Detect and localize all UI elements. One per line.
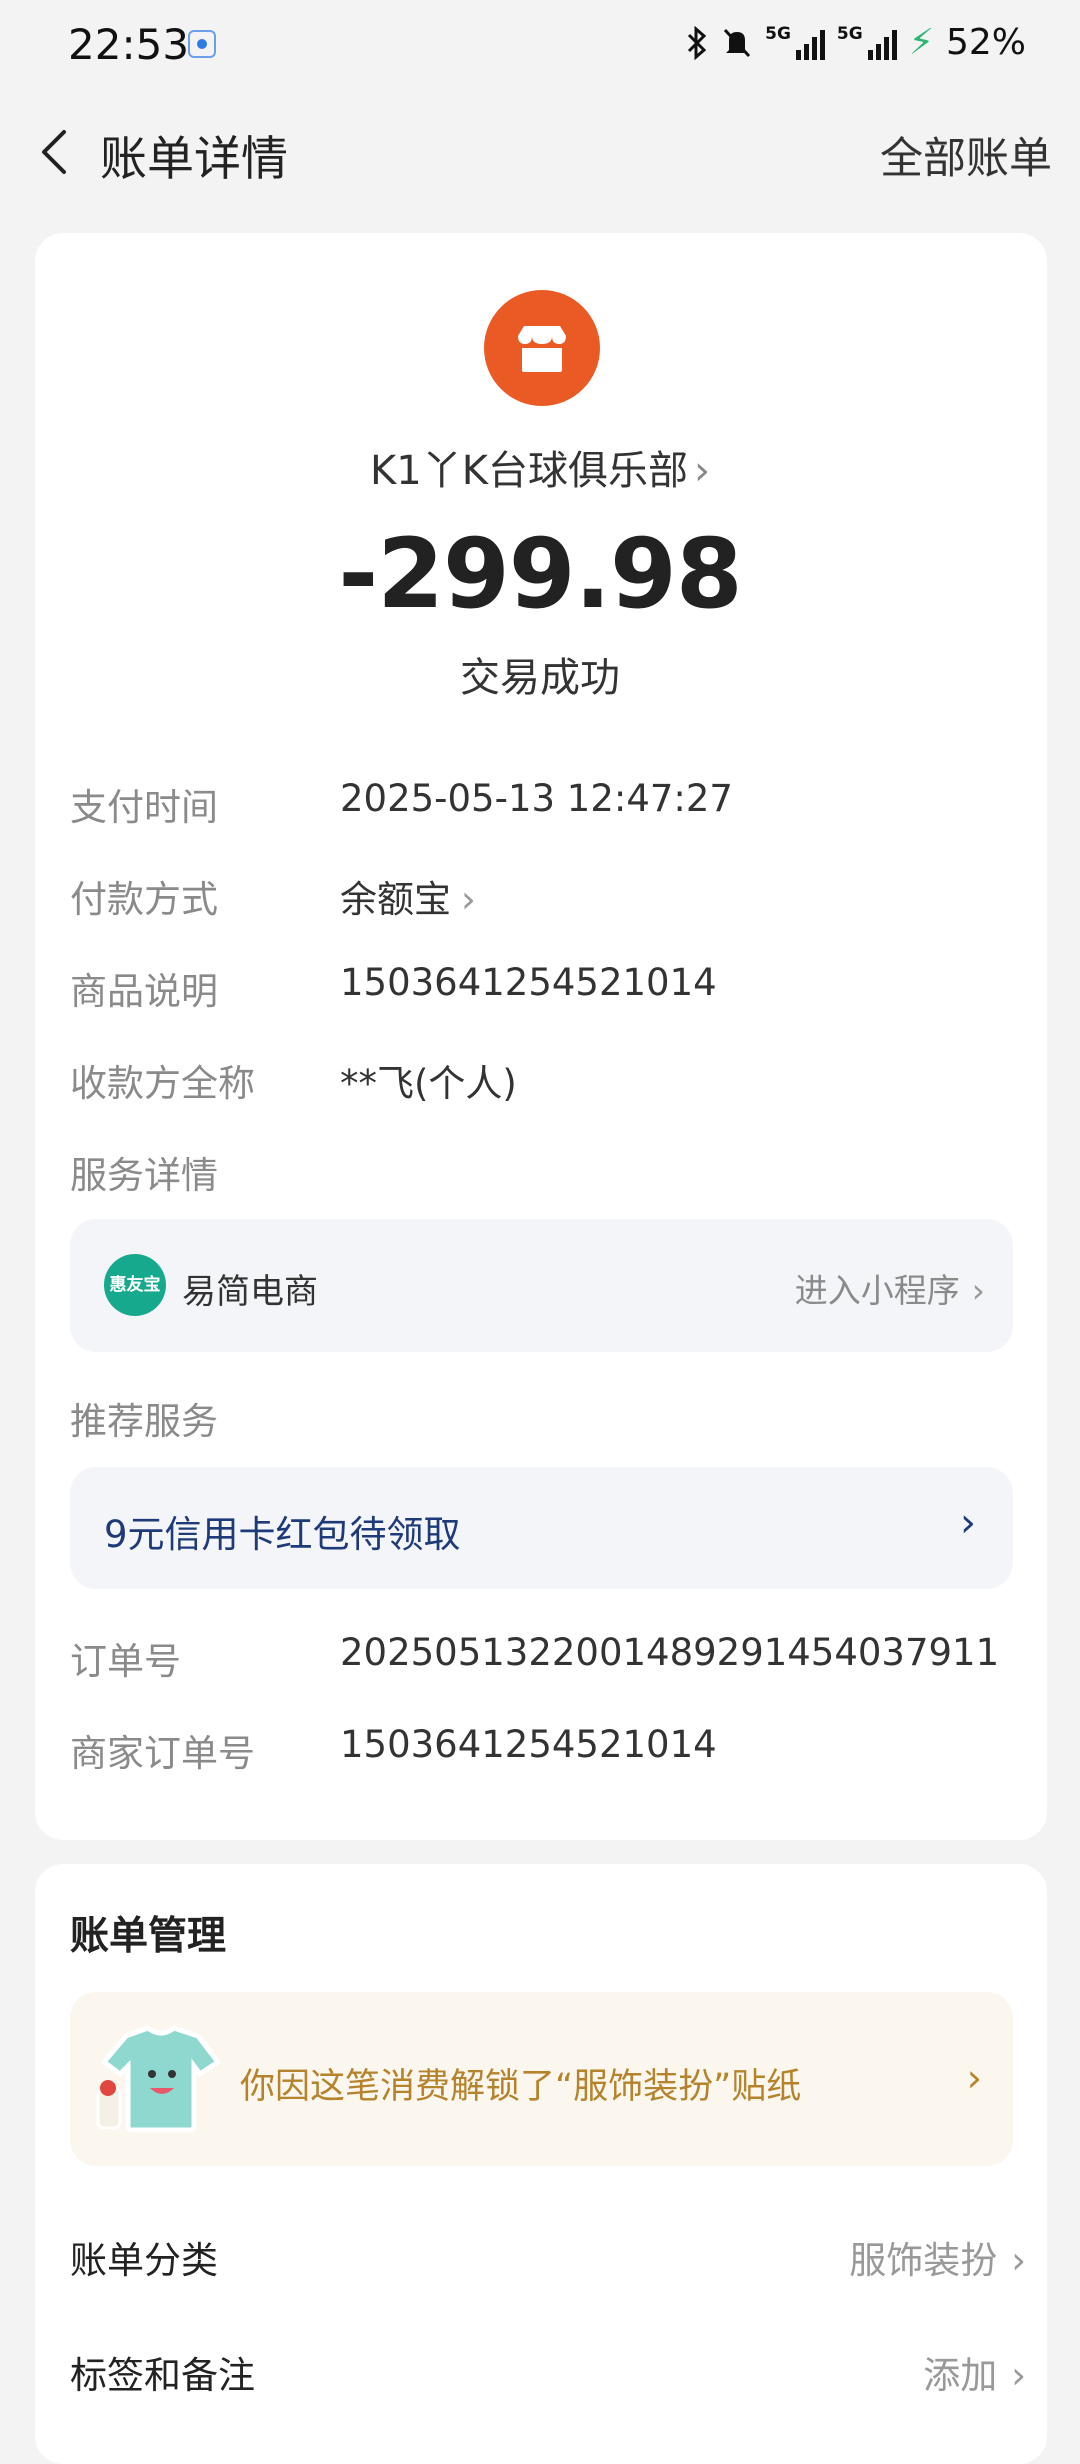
payment-method-label: 付款方式 bbox=[70, 878, 218, 921]
all-bills-link[interactable]: 全部账单 bbox=[880, 124, 1052, 186]
order-number-label: 订单号 bbox=[70, 1640, 181, 1683]
bill-category-label: 账单分类 bbox=[70, 2239, 218, 2282]
bluetooth-icon bbox=[688, 25, 707, 60]
add-tags-notes-label: 添加 bbox=[923, 2354, 998, 2397]
signal-icon: 5G bbox=[765, 25, 825, 60]
enter-mini-program-link[interactable]: 进入小程序 › bbox=[795, 1264, 985, 1312]
service-logo: 惠友宝 bbox=[104, 1254, 166, 1316]
chevron-right-icon: › bbox=[960, 1500, 976, 1546]
battery-level: 52% bbox=[945, 22, 1026, 63]
add-tags-notes-button[interactable]: 添加 › bbox=[923, 2345, 1026, 2399]
status-icons: 5G 5G ⚡ 52% bbox=[685, 22, 1026, 63]
chevron-right-icon: › bbox=[461, 878, 476, 921]
mute-icon bbox=[724, 28, 751, 57]
service-details-label: 服务详情 bbox=[70, 1154, 218, 1197]
status-time: 22:53 bbox=[68, 20, 190, 69]
credit-card-promo-text: 9元信用卡红包待领取 bbox=[104, 1513, 461, 1556]
page-title: 账单详情 bbox=[100, 132, 288, 187]
charging-icon: ⚡ bbox=[908, 22, 934, 63]
payment-method-value: 余额宝 bbox=[340, 878, 451, 921]
bill-amount: -299.98 bbox=[338, 518, 742, 630]
service-name: 易简电商 bbox=[182, 1272, 318, 1312]
pay-time-label: 支付时间 bbox=[70, 786, 218, 829]
order-number-value: 2025051322001489291454037911 bbox=[340, 1631, 1000, 1674]
recommended-service-label: 推荐服务 bbox=[70, 1400, 218, 1443]
chevron-right-icon: › bbox=[966, 2056, 982, 2100]
product-desc-label: 商品说明 bbox=[70, 970, 218, 1013]
merchant-order-number-value: 1503641254521014 bbox=[340, 1723, 717, 1766]
bill-category-value: 服饰装扮 bbox=[849, 2239, 998, 2282]
back-arrow-icon[interactable] bbox=[26, 122, 86, 182]
payee-value: **飞(个人) bbox=[340, 1062, 517, 1105]
bill-category-selector[interactable]: 服饰装扮 › bbox=[849, 2230, 1026, 2284]
signal-icon: 5G bbox=[837, 25, 897, 60]
chevron-right-icon: › bbox=[971, 1271, 985, 1310]
payment-method-link[interactable]: 余额宝 › bbox=[340, 869, 476, 923]
enter-mini-program-label: 进入小程序 bbox=[794, 1271, 960, 1310]
merchant-name-link[interactable]: K1丫K台球俱乐部 › bbox=[0, 438, 1080, 496]
merchant-order-number-label: 商家订单号 bbox=[70, 1732, 255, 1775]
chevron-right-icon: › bbox=[693, 448, 710, 494]
tags-notes-label: 标签和备注 bbox=[70, 2354, 255, 2397]
bill-management-title: 账单管理 bbox=[70, 1914, 227, 1959]
chevron-right-icon: › bbox=[1011, 2239, 1026, 2282]
product-desc-value: 1503641254521014 bbox=[340, 961, 717, 1004]
transaction-status: 交易成功 bbox=[460, 655, 620, 701]
chevron-right-icon: › bbox=[1011, 2354, 1026, 2397]
pay-time-value: 2025-05-13 12:47:27 bbox=[340, 777, 733, 820]
store-icon bbox=[484, 290, 600, 406]
sticker-unlock-text: 你因这笔消费解锁了“服饰装扮”贴纸 bbox=[240, 2067, 802, 2107]
payee-label: 收款方全称 bbox=[70, 1062, 255, 1105]
app-notification-icon bbox=[188, 30, 216, 58]
tshirt-sticker-icon bbox=[96, 2025, 222, 2133]
merchant-name: K1丫K台球俱乐部 bbox=[370, 448, 688, 494]
